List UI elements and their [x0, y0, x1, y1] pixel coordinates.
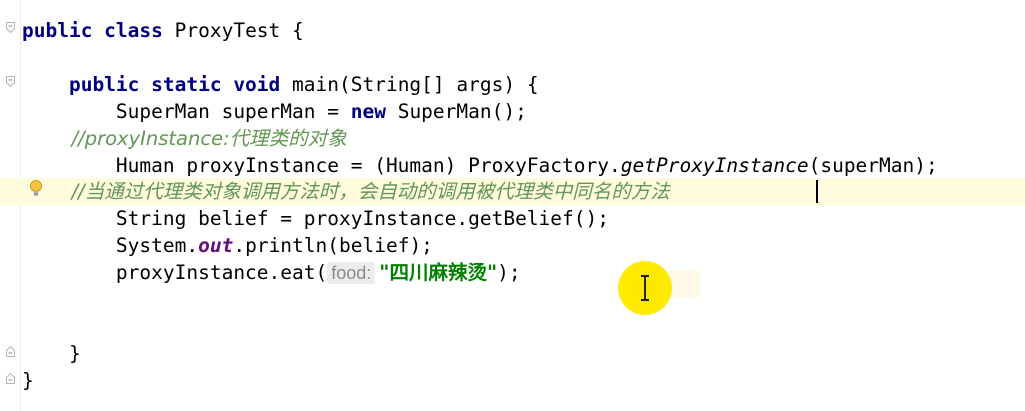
code-line[interactable]: }	[22, 367, 34, 394]
code-line[interactable]: proxyInstance.eat(food: "四川麻辣烫");	[22, 259, 521, 286]
code-token: }	[22, 341, 81, 365]
code-line[interactable]: public class ProxyTest {	[22, 17, 304, 44]
code-token: proxyInstance.eat(	[22, 261, 328, 285]
code-token: main(String[] args) {	[292, 72, 539, 96]
code-token: Human proxyInstance = (Human) ProxyFacto…	[22, 153, 621, 177]
code-token: }	[22, 368, 34, 392]
text-caret	[816, 180, 818, 203]
code-line[interactable]: String belief = proxyInstance.getBelief(…	[22, 205, 609, 232]
code-token: public static void	[22, 72, 293, 96]
code-token: //当通过代理类对象调用方法时，会自动的调用被代理类中同名的方法	[22, 180, 670, 204]
code-token: );	[497, 261, 521, 285]
code-token: //proxyInstance:	[22, 126, 230, 150]
code-token: public class	[22, 19, 175, 42]
code-line[interactable]: public static void main(String[] args) {	[22, 71, 539, 98]
code-line[interactable]: }	[22, 340, 81, 367]
parameter-hint: food:	[327, 262, 376, 285]
code-token: new	[350, 99, 398, 123]
code-token: "四川麻辣烫"	[379, 261, 498, 285]
code-token: getProxyInstance	[620, 153, 809, 177]
code-token: (superMan);	[808, 153, 938, 177]
code-token: out	[198, 234, 234, 258]
code-line[interactable]: //proxyInstance:代理类的对象	[22, 125, 347, 152]
code-token: .println(belief);	[233, 234, 433, 258]
code-line[interactable]: SuperMan superMan = new SuperMan();	[22, 98, 527, 125]
code-token: SuperMan();	[397, 99, 527, 123]
code-token: System.	[22, 234, 199, 258]
fold-marker-icon[interactable]	[6, 373, 15, 384]
code-token: SuperMan superMan =	[22, 99, 351, 123]
code-line[interactable]: System.out.println(belief);	[22, 232, 433, 259]
code-line[interactable]: //当通过代理类对象调用方法时，会自动的调用被代理类中同名的方法	[22, 178, 670, 205]
fold-marker-icon[interactable]	[6, 346, 15, 357]
code-token: ProxyTest {	[174, 19, 304, 42]
ibeam-mouse-cursor-icon	[641, 275, 649, 301]
fold-marker-icon[interactable]	[6, 76, 15, 87]
code-line[interactable]: Human proxyInstance = (Human) ProxyFacto…	[22, 152, 938, 179]
code-token: String belief = proxyInstance.getBelief(…	[22, 207, 609, 231]
mouse-trail-glow	[668, 270, 700, 298]
code-token: 代理类的对象	[229, 126, 347, 150]
fold-marker-icon[interactable]	[6, 22, 15, 33]
